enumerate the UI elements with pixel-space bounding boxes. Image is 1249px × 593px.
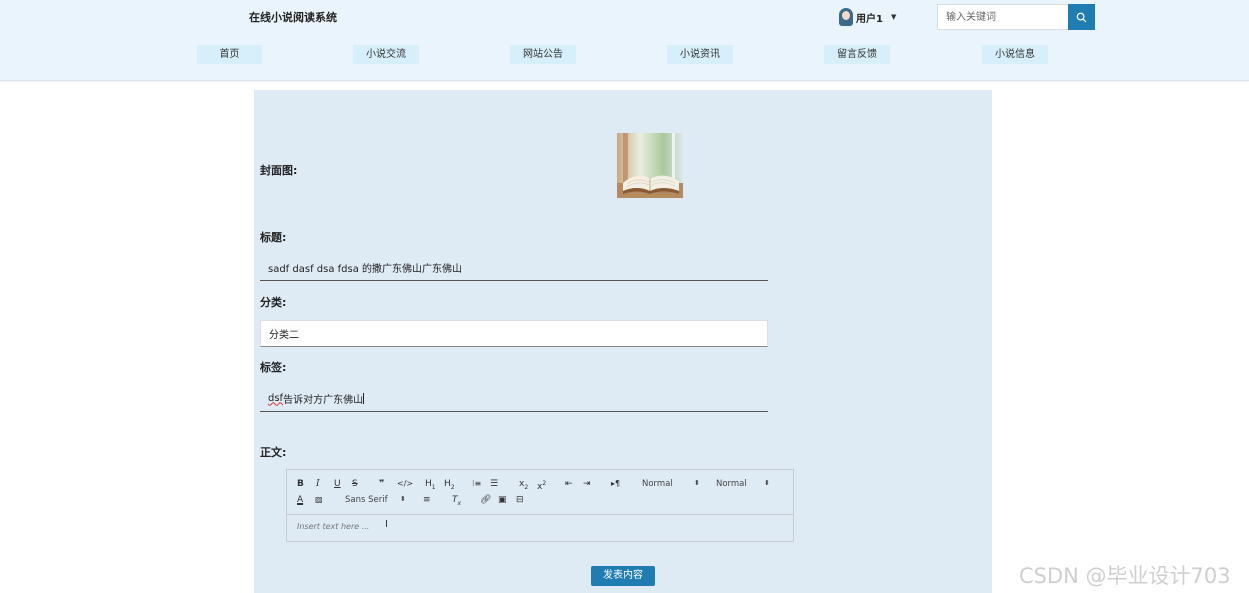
size-select[interactable]: Normal ⬍ xyxy=(716,479,774,489)
category-value: 分类二 xyxy=(269,330,299,341)
nav-item-feedback[interactable]: 留言反馈 xyxy=(824,45,890,64)
heading2-icon[interactable]: H2 xyxy=(444,479,455,493)
tags-label: 标签: xyxy=(260,361,287,374)
image-icon[interactable]: ▣ xyxy=(498,495,507,505)
category-label: 分类: xyxy=(260,296,287,309)
user-name: 用户1 xyxy=(856,13,883,25)
header-select-value: Normal xyxy=(642,479,673,489)
nav-item-announcements[interactable]: 网站公告 xyxy=(510,45,576,64)
editor-toolbar: B I U S ❞ </> H1 H2 ⁝≡ ☰ x2 x2 ⇤ ⇥ ▸¶ No… xyxy=(287,470,793,515)
nav-item-novel-info[interactable]: 小说信息 xyxy=(982,45,1048,64)
nav-item-home[interactable]: 首页 xyxy=(197,45,262,64)
category-select[interactable]: 分类二 xyxy=(260,320,768,347)
post-form-panel: 封面图: 标题: sadf dasf dsa fdsa 的撒广东佛山广东佛山 分… xyxy=(254,90,992,593)
caret-down-icon: ▼ xyxy=(890,13,897,21)
tags-value-rest: 告诉对方广东佛山 xyxy=(283,394,364,406)
title-value: sadf dasf dsa fdsa 的撒广东佛山广东佛山 xyxy=(268,263,463,275)
watermark: CSDN @毕业设计703 xyxy=(1019,564,1231,588)
select-arrows-icon: ⬍ xyxy=(694,479,700,487)
content-label: 正文: xyxy=(260,446,287,459)
select-arrows-icon: ⬍ xyxy=(764,479,770,487)
background-color-icon[interactable]: ▨ xyxy=(315,495,323,505)
search-input[interactable] xyxy=(937,4,1069,30)
user-menu[interactable]: 用户1 ▼ xyxy=(839,7,896,27)
video-icon[interactable]: ⊟ xyxy=(516,495,524,505)
bullet-list-icon[interactable]: ☰ xyxy=(490,479,498,489)
text-caret xyxy=(363,392,365,404)
clear-format-icon[interactable]: Tx xyxy=(452,495,461,509)
italic-icon[interactable]: I xyxy=(316,479,320,489)
title-label: 标题: xyxy=(260,231,287,244)
text-direction-icon[interactable]: ▸¶ xyxy=(611,479,620,489)
subscript-icon[interactable]: x2 xyxy=(519,479,528,493)
underline-icon[interactable]: U xyxy=(334,479,341,489)
cover-label: 封面图: xyxy=(260,164,298,177)
title-field[interactable]: sadf dasf dsa fdsa 的撒广东佛山广东佛山 xyxy=(260,254,768,281)
search-button[interactable] xyxy=(1068,4,1095,30)
select-arrows-icon: ⬍ xyxy=(400,495,406,503)
rich-text-editor: B I U S ❞ </> H1 H2 ⁝≡ ☰ x2 x2 ⇤ ⇥ ▸¶ No… xyxy=(286,469,794,542)
nav-item-novel-news[interactable]: 小说资讯 xyxy=(667,45,733,64)
nav-item-novel-forum[interactable]: 小说交流 xyxy=(353,45,419,64)
indent-icon[interactable]: ⇥ xyxy=(583,479,591,489)
editor-body[interactable]: Insert text here ... xyxy=(297,522,369,531)
search-icon xyxy=(1076,12,1087,22)
header-select[interactable]: Normal ⬍ xyxy=(642,479,700,489)
align-icon[interactable]: ≡ xyxy=(423,495,431,505)
code-block-icon[interactable]: </> xyxy=(397,479,413,489)
tags-value-misspelled: dsf xyxy=(268,392,284,404)
blockquote-icon[interactable]: ❞ xyxy=(379,479,384,489)
font-select-value: Sans Serif xyxy=(345,495,388,505)
open-book-image xyxy=(617,133,683,198)
size-select-value: Normal xyxy=(716,479,747,489)
ordered-list-icon[interactable]: ⁝≡ xyxy=(472,479,481,489)
bold-icon[interactable]: B xyxy=(297,479,304,489)
site-title: 在线小说阅读系统 xyxy=(249,11,337,24)
superscript-icon[interactable]: x2 xyxy=(537,479,546,492)
strikethrough-icon[interactable]: S xyxy=(352,479,358,489)
outdent-icon[interactable]: ⇤ xyxy=(565,479,573,489)
user-avatar xyxy=(839,8,853,26)
ibeam-cursor-icon: I xyxy=(385,519,388,530)
top-header: 在线小说阅读系统 用户1 ▼ 首页 小说交流 网站公告 小说资讯 留言反馈 小说… xyxy=(0,0,1249,81)
tags-field[interactable]: dsf 告诉对方广东佛山 xyxy=(260,385,768,412)
font-color-icon[interactable]: A xyxy=(297,495,303,505)
font-select[interactable]: Sans Serif ⬍ xyxy=(345,495,409,505)
submit-button[interactable]: 发表内容 xyxy=(591,566,655,586)
cover-image[interactable] xyxy=(617,133,683,198)
heading1-icon[interactable]: H1 xyxy=(425,479,436,493)
link-icon[interactable]: 🔗︎ xyxy=(480,495,491,505)
